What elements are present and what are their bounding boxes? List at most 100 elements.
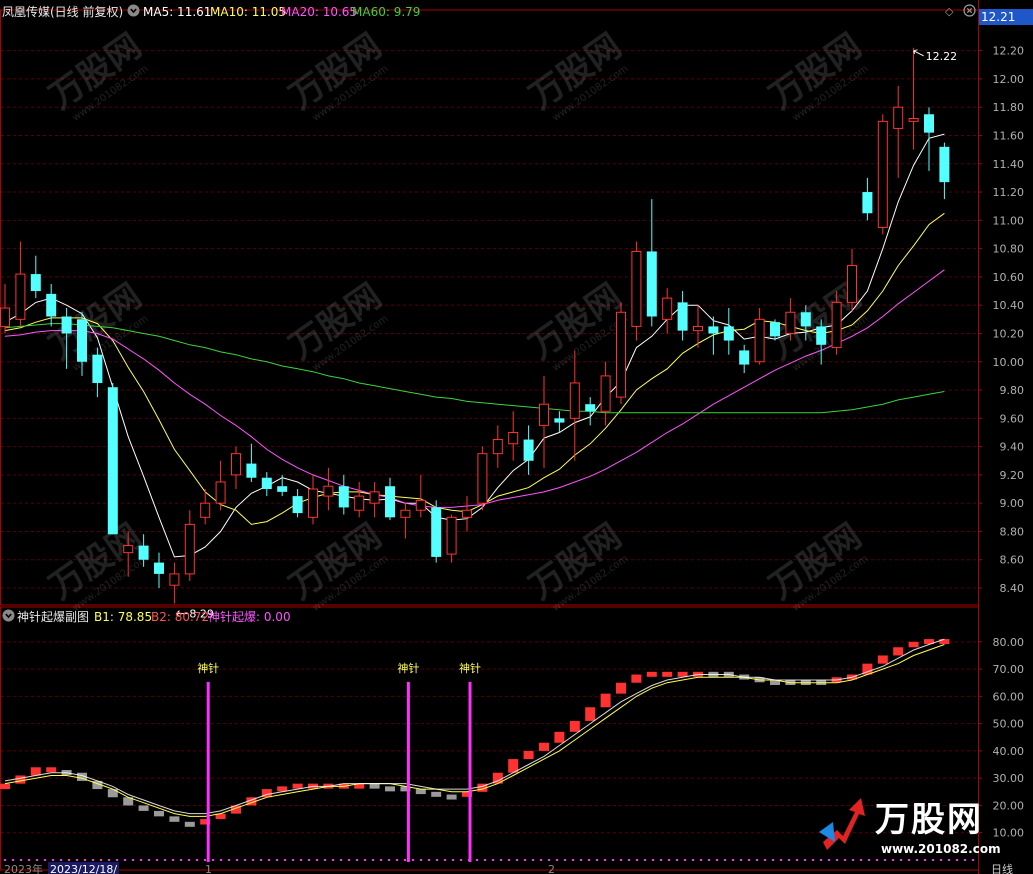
- baseline-dot: [892, 859, 894, 861]
- baseline-dot: [508, 859, 510, 861]
- candle: [354, 481, 365, 518]
- baseline-dot: [260, 859, 262, 861]
- baseline-dot: [84, 859, 86, 861]
- candle: [261, 472, 272, 497]
- indicator-bar: [0, 783, 10, 790]
- candle-body: [939, 146, 950, 183]
- main-y-tick-label: 11.40: [993, 158, 1025, 171]
- baseline-dot: [716, 859, 718, 861]
- baseline-dot: [316, 859, 318, 861]
- baseline-dot: [156, 859, 158, 861]
- watermark-mark: 万股网www.201082.com: [282, 26, 390, 124]
- candle-body: [200, 502, 211, 518]
- settings-gear-icon[interactable]: [127, 4, 141, 21]
- candle-body: [92, 354, 103, 383]
- baseline-dot: [364, 859, 366, 861]
- candle: [154, 552, 164, 589]
- main-y-tick-label: 10.40: [993, 299, 1025, 312]
- baseline-dot: [740, 859, 742, 861]
- candle-body: [739, 350, 750, 365]
- candle: [646, 199, 657, 327]
- baseline-dot: [140, 859, 142, 861]
- candle-body: [662, 297, 673, 320]
- candle-body: [554, 418, 565, 423]
- candle: [877, 114, 888, 235]
- baseline-dot: [116, 859, 118, 861]
- candle: [169, 562, 180, 604]
- indicator-bar: [15, 775, 26, 784]
- candle: [308, 474, 318, 525]
- candle: [338, 474, 349, 515]
- candle-body: [15, 273, 26, 320]
- baseline-dot: [820, 859, 822, 861]
- candle-body: [523, 439, 534, 461]
- candle: [739, 344, 750, 374]
- candle: [231, 446, 241, 490]
- baseline-dot: [876, 859, 878, 861]
- signal-label: 神针: [459, 661, 481, 675]
- baseline-dot: [284, 859, 286, 861]
- baseline-dot: [252, 859, 254, 861]
- month-tick-2: 2: [548, 863, 555, 874]
- date-left-label: 2023年: [4, 863, 43, 874]
- indicator-bar: [523, 750, 534, 760]
- main-y-tick-label: 9.80: [1000, 384, 1025, 397]
- indicator-bar: [616, 682, 626, 694]
- main-y-tick-label: 8.40: [1000, 582, 1025, 595]
- candle-body: [323, 485, 334, 497]
- candle-body: [477, 453, 488, 504]
- candle: [400, 503, 411, 539]
- diamond-icon[interactable]: ◇: [945, 4, 959, 20]
- sub-y-tick-label: 60.00: [993, 690, 1025, 703]
- baseline-dot: [572, 859, 574, 861]
- main-y-tick-label: 9.60: [1000, 412, 1025, 425]
- baseline-dot: [964, 859, 966, 861]
- candle: [939, 142, 950, 200]
- baseline-dot: [612, 859, 614, 861]
- baseline-dot: [636, 859, 638, 861]
- candle-body: [631, 250, 642, 327]
- baseline-dot: [828, 859, 830, 861]
- candle-body: [924, 114, 934, 133]
- baseline-dot: [356, 859, 358, 861]
- main-y-tick-label: 8.80: [1000, 525, 1025, 538]
- baseline-dot: [644, 859, 646, 861]
- indicator-bar: [554, 731, 565, 743]
- candle-body: [400, 509, 411, 518]
- signal-label: 神针: [197, 661, 219, 675]
- candle-body: [677, 302, 688, 331]
- indicator-bar: [569, 720, 580, 732]
- candle: [246, 443, 257, 482]
- candle: [585, 397, 596, 426]
- indicator-bar: [169, 816, 180, 822]
- candle-body: [431, 507, 442, 557]
- indicator-bar: [631, 674, 642, 683]
- candle-body: [877, 120, 888, 228]
- candle: [600, 361, 611, 426]
- baseline-dot: [60, 859, 62, 861]
- ma60-label: MA60: 9.79: [352, 5, 421, 19]
- baseline-dot: [708, 859, 710, 861]
- main-y-tick-label: 9.40: [1000, 441, 1025, 454]
- candle: [369, 481, 380, 518]
- baseline-dot: [692, 859, 694, 861]
- baseline-dot: [220, 859, 222, 861]
- close-icon[interactable]: [963, 4, 977, 21]
- baseline-dot: [652, 859, 654, 861]
- signal-label: 神针起爆: 0.00: [208, 610, 291, 624]
- candle-body: [646, 251, 657, 317]
- baseline-dot: [244, 859, 246, 861]
- baseline-dot: [420, 859, 422, 861]
- baseline-dot: [516, 859, 518, 861]
- candle-body: [908, 118, 919, 122]
- candle: [847, 248, 857, 313]
- period-label[interactable]: 日线: [991, 862, 1013, 874]
- b2-label: B2: 80.72: [151, 610, 210, 624]
- sub-panel-frame: [0, 606, 979, 871]
- baseline-dot: [676, 859, 678, 861]
- candle-body: [893, 106, 904, 129]
- baseline-dot: [684, 859, 686, 861]
- chart-title: 凤凰传媒(日线 前复权): [2, 5, 124, 19]
- candle-body: [30, 274, 41, 292]
- sub-settings-gear-icon[interactable]: [2, 609, 16, 626]
